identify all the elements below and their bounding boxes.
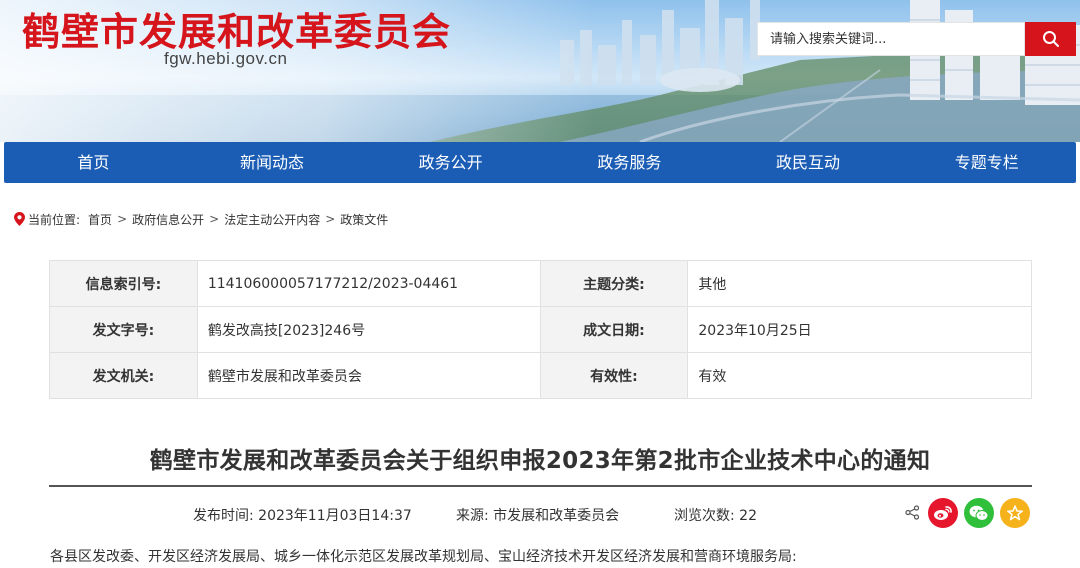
validity-value: 有效 [687, 352, 1032, 399]
breadcrumb-prefix: 当前位置: [28, 212, 81, 227]
issuer-label: 发文机关: [49, 352, 198, 399]
nav-item-special-topics[interactable]: 专题专栏 [897, 142, 1076, 183]
table-row: 发文字号: 鹤发改高技[2023]246号 成文日期: 2023年10月25日 [49, 306, 1032, 353]
breadcrumb: 当前位置: 首页 > 政府信息公开 > 法定主动公开内容 > 政策文件 [14, 210, 388, 228]
search-button[interactable] [1025, 22, 1076, 56]
site-title: 鹤壁市发展和改革委员会 [22, 10, 452, 54]
breadcrumb-separator: > [117, 212, 128, 226]
index-number-label: 信息索引号: [49, 260, 198, 307]
validity-label: 有效性: [539, 352, 689, 399]
document-info-table: 信息索引号: 11410600005717721​2/2023-04461 主题… [49, 260, 1032, 399]
star-icon [1007, 505, 1023, 521]
table-row: 信息索引号: 11410600005717721​2/2023-04461 主题… [49, 260, 1032, 307]
title-divider [49, 485, 1032, 487]
search-input[interactable] [757, 22, 1025, 56]
written-date-label: 成文日期: [539, 306, 689, 353]
breadcrumb-home[interactable]: 首页 [88, 211, 112, 228]
publish-time: 发布时间: 2023年11月03日14:37 [193, 508, 412, 524]
breadcrumb-statutory[interactable]: 法定主动公开内容 [224, 211, 320, 228]
search-icon [1042, 30, 1060, 48]
article-body-first-line: 各县区发改委、开发区经济发展局、城乡一体化示范区发展改革规划局、宝山经济技术开发… [50, 549, 797, 565]
site-domain: fgw.hebi.gov.cn [164, 49, 288, 68]
article-source: 来源: 市发展和改革委员会 [456, 508, 620, 524]
view-count: 浏览次数: 22 [674, 508, 757, 524]
nav-item-interaction[interactable]: 政民互动 [719, 142, 898, 183]
nav-item-public-affairs[interactable]: 政务公开 [361, 142, 540, 183]
doc-number-label: 发文字号: [49, 306, 198, 353]
issuer-value: 鹤壁市发展和改革委员会 [196, 352, 541, 399]
breadcrumb-gov-info[interactable]: 政府信息公开 [132, 211, 204, 228]
nav-item-news[interactable]: 新闻动态 [183, 142, 362, 183]
wechat-icon [969, 505, 989, 522]
wechat-share-button[interactable] [964, 498, 994, 528]
nav-item-home[interactable]: 首页 [4, 142, 183, 183]
breadcrumb-policy-docs[interactable]: 政策文件 [340, 211, 388, 228]
topic-value: 其他 [687, 260, 1032, 307]
breadcrumb-separator: > [325, 212, 336, 226]
index-number-value: 11410600005717721​2/2023-04461 [196, 260, 541, 307]
doc-number-value: 鹤发改高技[2023]246号 [196, 306, 541, 353]
written-date-value: 2023年10月25日 [687, 306, 1032, 353]
location-pin-icon [14, 212, 25, 226]
weibo-icon [933, 505, 953, 521]
share-icon[interactable] [905, 505, 920, 524]
article-title: 鹤壁市发展和改革委员会关于组织申报2023年第2批市企业技术中心的通知 [149, 448, 931, 474]
favorite-button[interactable] [1000, 498, 1030, 528]
breadcrumb-separator: > [209, 212, 220, 226]
table-row: 发文机关: 鹤壁市发展和改革委员会 有效性: 有效 [49, 352, 1032, 399]
weibo-share-button[interactable] [928, 498, 958, 528]
nav-item-services[interactable]: 政务服务 [540, 142, 719, 183]
site-header: 鹤壁市发展和改革委员会 fgw.hebi.gov.cn [0, 0, 1080, 142]
main-nav: 首页 新闻动态 政务公开 政务服务 政民互动 专题专栏 [4, 142, 1076, 183]
topic-label: 主题分类: [539, 260, 689, 307]
